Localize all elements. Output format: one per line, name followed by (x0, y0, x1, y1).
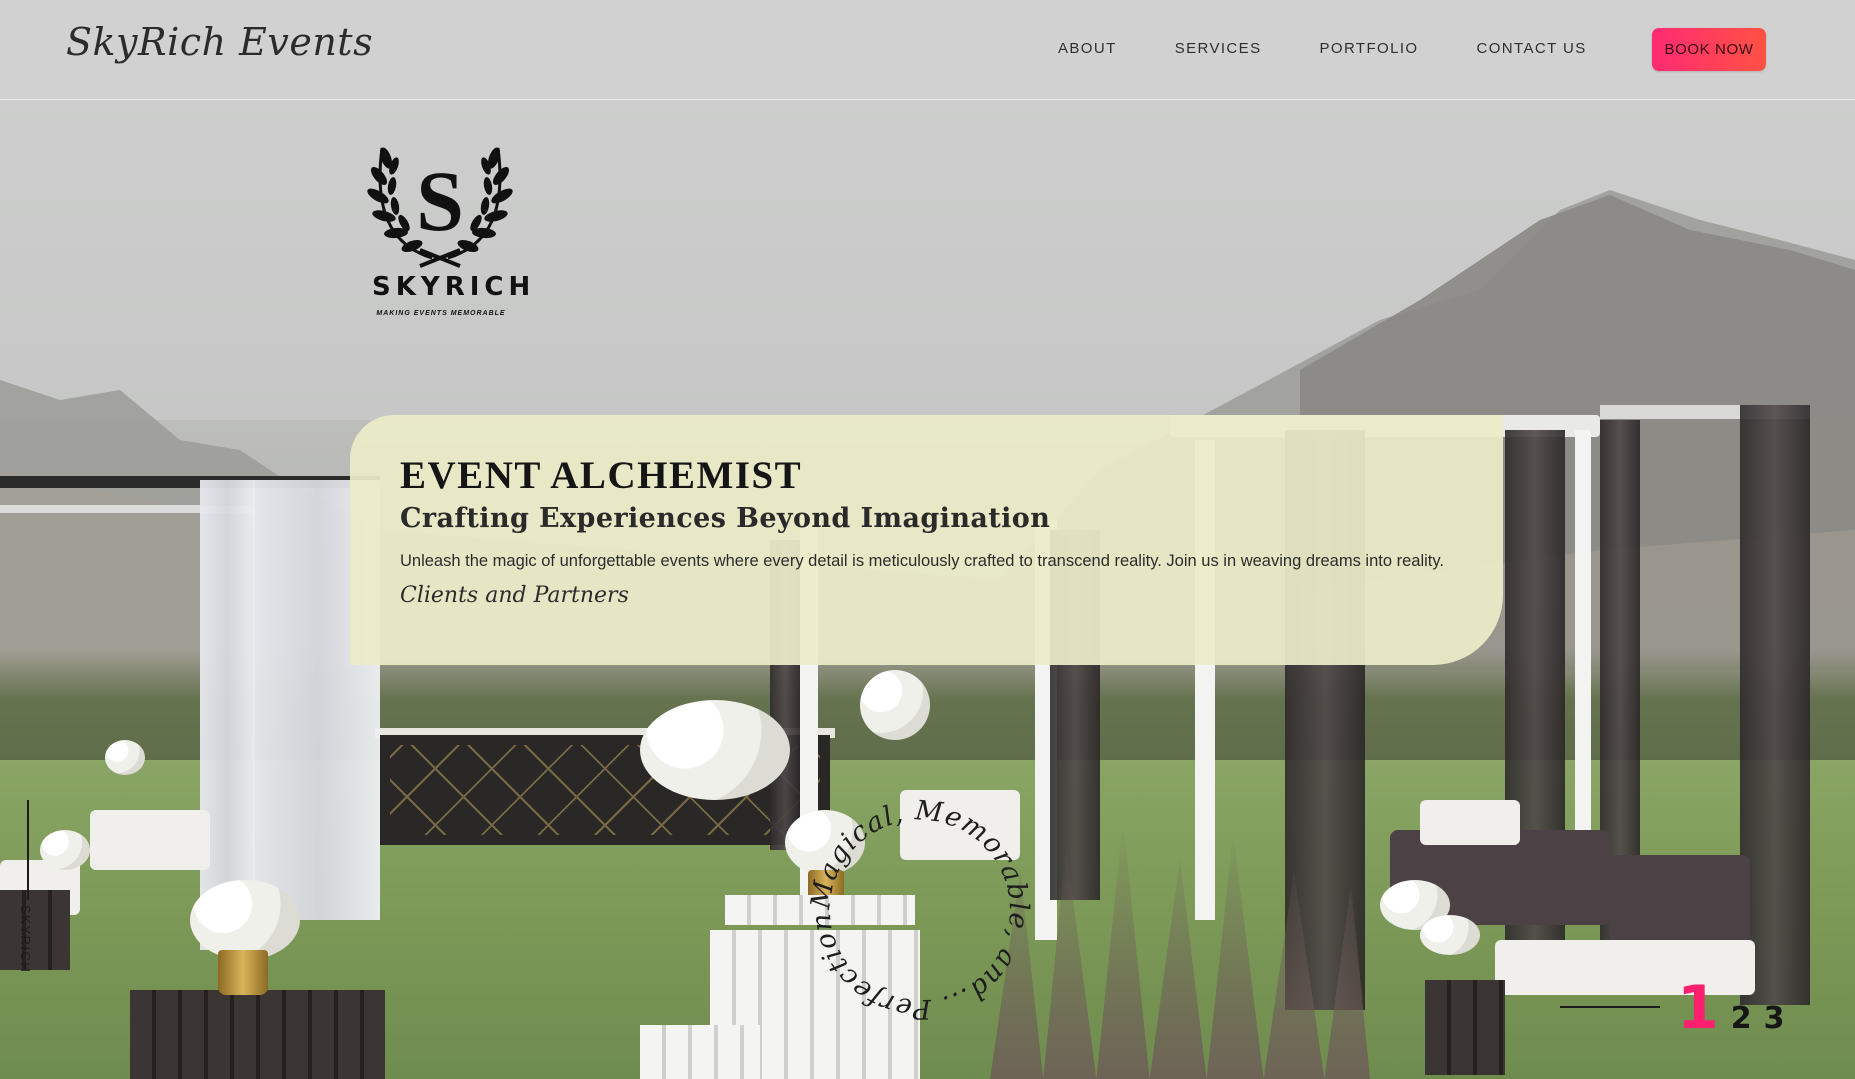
flower-arrangement (640, 700, 790, 800)
white-lounge-right (1420, 800, 1520, 845)
slide-pager: 1 2 3 (1677, 978, 1785, 1038)
nav-portfolio[interactable]: PORTFOLIO (1319, 40, 1418, 57)
pergola-post (1575, 430, 1591, 890)
pager-page-1[interactable]: 1 (1677, 978, 1719, 1038)
pager-line (1560, 1006, 1660, 1008)
main-nav: ABOUT SERVICES PORTFOLIO CONTACT US (1058, 40, 1645, 57)
pager-page-3[interactable]: 3 (1764, 1001, 1785, 1036)
nav-services[interactable]: SERVICES (1175, 40, 1262, 57)
pager-page-2[interactable]: 2 (1731, 1001, 1752, 1036)
nav-contact-us[interactable]: CONTACT US (1477, 40, 1587, 57)
book-now-button[interactable]: BOOK NOW (1652, 28, 1766, 71)
flower-arrangement (860, 670, 930, 740)
logo-tagline: MAKING EVENTS MEMORABLE (376, 310, 506, 317)
svg-text:S: S (416, 153, 464, 249)
dark-drape-right-3 (1740, 405, 1810, 1005)
logo-wordmark: SKYRICH (372, 272, 536, 302)
hero-description: Unleash the magic of unforgettable event… (400, 552, 1444, 570)
dark-crate-left (130, 990, 385, 1079)
dark-crate-right (1425, 980, 1505, 1075)
dark-crate-left-2 (0, 890, 70, 970)
flower-arrangement (105, 740, 145, 775)
flower-arrangement (190, 880, 300, 960)
hero-card: EVENT ALCHEMIST Crafting Experiences Bey… (350, 415, 1503, 665)
skyrich-logo: S SKYRICH MAKING EVENTS MEMORABLE (360, 130, 536, 330)
monogram-s: S (416, 153, 464, 249)
side-divider-line (27, 800, 29, 900)
dark-sofa-right-2 (1610, 855, 1750, 950)
site-header: SkyRich Events ABOUT SERVICES PORTFOLIO … (0, 0, 1855, 100)
svg-text:Magical, Memorable, and... Per: Magical, Memorable, and... Perfection (805, 795, 1034, 1024)
gold-vase (218, 950, 268, 995)
clients-partners-link[interactable]: Clients and Partners (400, 583, 629, 608)
white-stool (640, 1025, 760, 1079)
hero-title: EVENT ALCHEMIST (400, 454, 803, 497)
side-brand-label: SKYRICH (18, 905, 33, 974)
circular-tagline: Magical, Memorable, and... Perfection (805, 795, 1034, 1024)
white-sofa-left (90, 810, 210, 870)
brand-logo-text[interactable]: SkyRich Events (66, 20, 373, 64)
nav-about[interactable]: ABOUT (1058, 40, 1117, 57)
flower-arrangement (1420, 915, 1480, 955)
hero-subtitle: Crafting Experiences Beyond Imagination (400, 503, 1051, 534)
flower-arrangement (40, 830, 90, 870)
